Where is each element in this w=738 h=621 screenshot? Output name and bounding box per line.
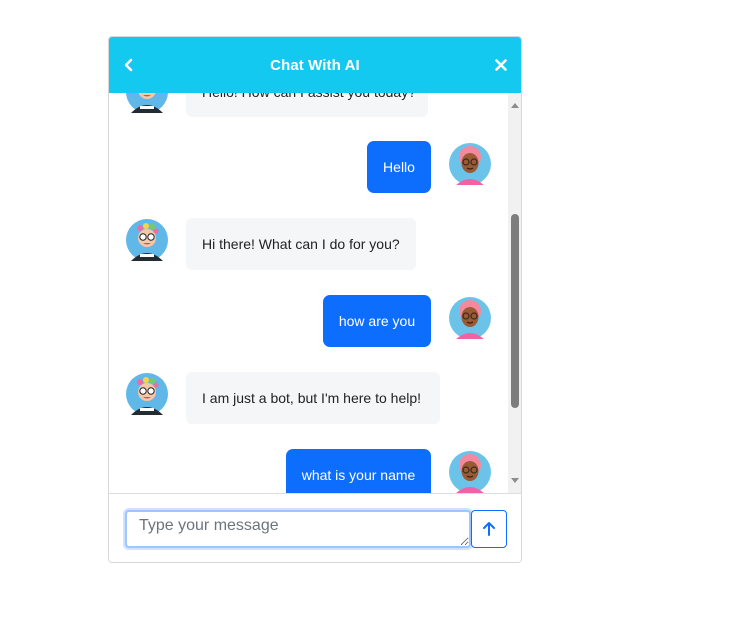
bot-avatar — [126, 373, 168, 415]
user-avatar — [449, 143, 491, 185]
message-composer — [109, 493, 521, 562]
message-text: how are you — [323, 295, 431, 347]
message-scrollbar[interactable] — [508, 93, 521, 493]
arrow-up-icon — [483, 522, 495, 536]
close-button[interactable] — [481, 37, 521, 93]
message-input[interactable] — [125, 510, 471, 548]
bot-avatar — [126, 219, 168, 261]
scroll-up-arrow-icon[interactable] — [511, 103, 519, 108]
message-text: Hi there! What can I do for you? — [186, 218, 416, 270]
message-text: I am just a bot, but I'm here to help! — [186, 372, 440, 424]
scroll-down-arrow-icon[interactable] — [511, 478, 519, 483]
send-button[interactable] — [471, 510, 507, 548]
chat-window: Chat With AI Hello! How can I assist you… — [108, 36, 522, 563]
user-avatar — [449, 451, 491, 493]
close-icon — [495, 59, 507, 71]
chevron-left-icon — [124, 58, 133, 72]
user-avatar — [449, 297, 491, 339]
bot-avatar — [126, 93, 168, 113]
message-text: what is your name — [286, 449, 431, 493]
message-text: Hello — [367, 141, 431, 193]
scroll-thumb[interactable] — [511, 214, 519, 408]
back-button[interactable] — [109, 37, 149, 93]
message-text: Hello! How can I assist you today? — [186, 93, 428, 117]
chat-header: Chat With AI — [109, 37, 521, 93]
chat-title: Chat With AI — [270, 56, 360, 74]
message-list[interactable]: Hello! How can I assist you today? Hello… — [109, 93, 508, 493]
